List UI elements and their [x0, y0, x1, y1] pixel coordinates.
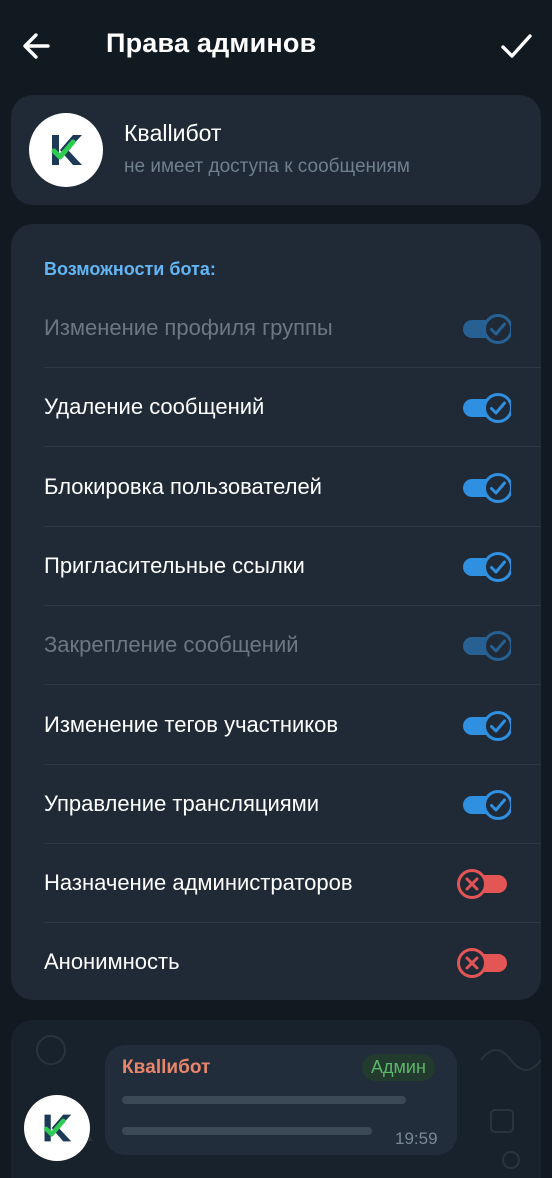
message-time: 19:59 — [395, 1129, 438, 1148]
bot-name: Квallибот — [124, 120, 222, 146]
toggle-off-switch[interactable] — [451, 864, 511, 904]
message-placeholder-line — [122, 1096, 406, 1104]
bot-info-card: Квallибот не имеет доступа к сообщениям — [11, 95, 541, 205]
toggle-on-switch — [463, 314, 511, 344]
permission-row[interactable]: Назначение администраторов — [11, 844, 541, 924]
kvallibot-logo-icon — [51, 135, 82, 165]
permission-label: Управление трансляциями — [44, 790, 320, 816]
arrow-left-icon — [23, 33, 50, 59]
permission-label: Блокировка пользователей — [44, 473, 322, 499]
message-bubble: Квallибот Админ 19:59 — [105, 1045, 457, 1155]
admin-badge: Админ — [362, 1054, 435, 1081]
permission-label: Анонимность — [44, 949, 180, 975]
permissions-card: Возможности бота: Изменение профиля груп… — [11, 224, 541, 1000]
page-title: Права админов — [106, 28, 317, 58]
permission-label: Назначение администраторов — [44, 870, 353, 896]
section-title: Возможности бота: — [44, 259, 216, 279]
permission-row[interactable]: Изменение тегов участников — [11, 686, 541, 765]
permission-label: Закрепление сообщений — [44, 632, 299, 658]
toggle-on-switch[interactable] — [451, 388, 511, 428]
permission-row[interactable]: Анонимность — [11, 923, 541, 1002]
permission-label: Пригласительные ссылки — [44, 552, 305, 578]
top-bar: Права админов — [0, 0, 552, 90]
sender-name: Квallибот — [122, 1057, 211, 1078]
chat-preview: Квallибот Админ 19:59 — [11, 1020, 541, 1178]
permission-row[interactable]: Пригласительные ссылки — [11, 527, 541, 606]
back-button[interactable] — [18, 26, 58, 66]
confirm-button[interactable] — [496, 26, 536, 66]
kvallibot-logo-icon — [44, 1114, 72, 1142]
permission-row[interactable]: Управление трансляциями — [11, 765, 541, 844]
permission-label: Удаление сообщений — [44, 394, 265, 420]
sender-avatar — [24, 1095, 90, 1161]
bot-status: не имеет доступа к сообщениям — [124, 156, 410, 177]
permission-label: Изменение профиля группы — [44, 315, 333, 340]
permission-row: Закрепление сообщений — [11, 606, 541, 686]
toggle-on-switch[interactable] — [451, 785, 511, 825]
toggle-on-switch — [463, 631, 511, 662]
bot-avatar — [29, 113, 103, 187]
permission-row[interactable]: Удаление сообщений — [11, 368, 541, 448]
toggle-on-switch[interactable] — [451, 547, 511, 587]
permission-row: Изменение профиля группы — [11, 289, 541, 368]
toggle-on-switch[interactable] — [451, 706, 511, 746]
toggle-on-switch[interactable] — [451, 468, 511, 508]
message-placeholder-line — [122, 1127, 372, 1135]
toggle-off-switch[interactable] — [451, 943, 511, 983]
permission-row[interactable]: Блокировка пользователей — [11, 448, 541, 527]
checkmark-icon — [501, 34, 532, 58]
permission-label: Изменение тегов участников — [44, 711, 339, 737]
